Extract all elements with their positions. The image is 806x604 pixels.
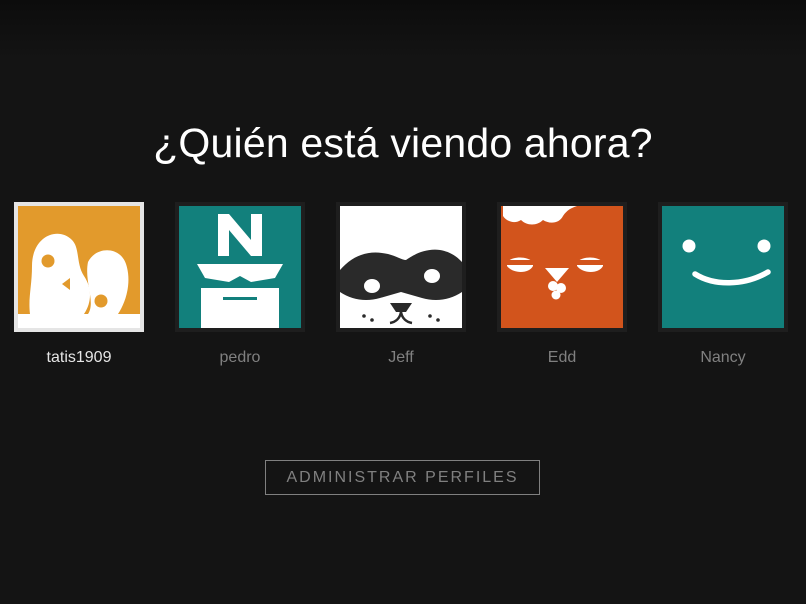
profile-name[interactable]: pedro <box>175 349 305 367</box>
profile-pedro[interactable]: pedro <box>175 202 309 367</box>
avatar[interactable] <box>497 202 627 332</box>
smiley-face-icon <box>662 206 784 328</box>
avatar[interactable] <box>175 202 305 332</box>
profile-name[interactable]: Nancy <box>658 349 788 367</box>
manage-profiles-button[interactable]: ADMINISTRAR PERFILES <box>265 460 540 495</box>
profile-tatis1909[interactable]: tatis1909 <box>14 202 148 367</box>
profile-edd[interactable]: Edd <box>497 202 631 367</box>
avatar[interactable] <box>658 202 788 332</box>
bandit-dog-icon <box>340 206 462 328</box>
profile-name[interactable]: Jeff <box>336 349 466 367</box>
avatar[interactable] <box>336 202 466 332</box>
profile-list: tatis1909 pedro Jeff Edd Nancy <box>0 202 806 382</box>
profile-name[interactable]: Edd <box>497 349 627 367</box>
avatar[interactable] <box>14 202 144 332</box>
profile-nancy[interactable]: Nancy <box>658 202 792 367</box>
chicken-face-icon <box>501 206 623 328</box>
profile-name[interactable]: tatis1909 <box>14 349 144 367</box>
masked-hero-icon <box>179 206 301 328</box>
profile-gate-screen: ¿Quién está viendo ahora? tatis1909 pedr… <box>0 0 806 604</box>
profile-jeff[interactable]: Jeff <box>336 202 470 367</box>
page-title: ¿Quién está viendo ahora? <box>153 120 653 166</box>
penguin-face-icon <box>18 206 140 328</box>
